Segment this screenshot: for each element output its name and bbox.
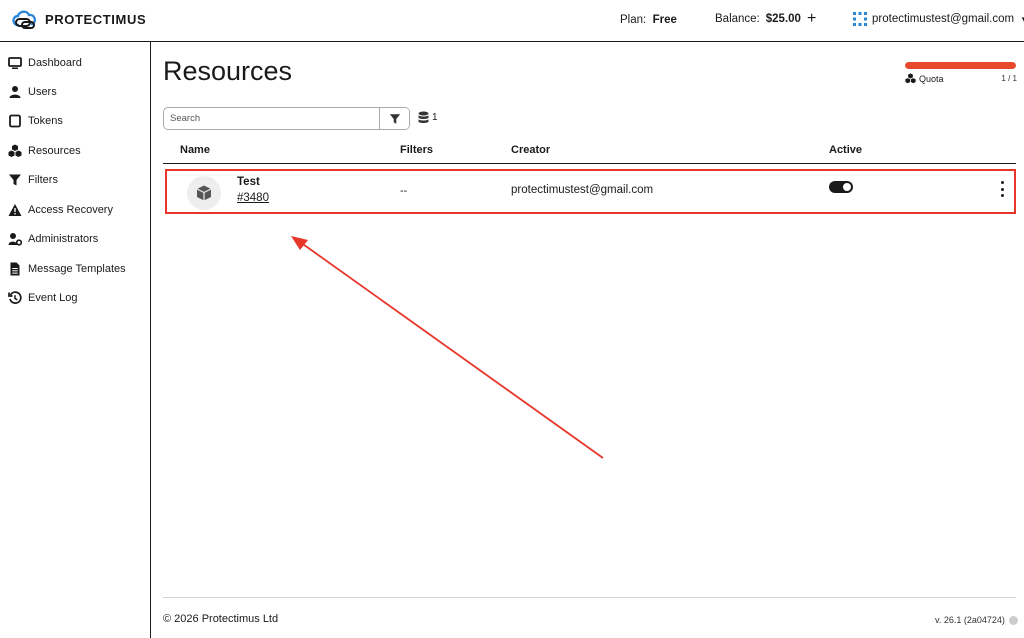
- resource-count-value: 1: [432, 112, 438, 123]
- version-info: v. 26.1 (2a04724): [935, 615, 1018, 625]
- document-icon: [10, 262, 20, 276]
- sidebar-item-administrators[interactable]: Administrators: [8, 228, 98, 250]
- column-header-active[interactable]: Active: [829, 144, 862, 156]
- more-options-icon[interactable]: [997, 181, 1007, 197]
- table-row[interactable]: Test #3480 -- protectimustest@gmail.com: [165, 169, 1016, 214]
- resource-name: Test: [237, 176, 260, 188]
- version-text: v. 26.1 (2a04724): [935, 615, 1005, 625]
- sidebar-item-label: Event Log: [28, 292, 78, 304]
- resource-id-link[interactable]: #3480: [237, 192, 269, 204]
- user-icon: [9, 86, 21, 98]
- add-balance-icon[interactable]: +: [807, 11, 816, 27]
- account-menu[interactable]: protectimustest@gmail.com ▼: [852, 11, 1024, 27]
- sidebar-item-label: Access Recovery: [28, 204, 113, 216]
- sidebar-item-users[interactable]: Users: [8, 81, 57, 103]
- table-header: Name Filters Creator Active: [163, 142, 1016, 164]
- monitor-icon: [8, 57, 22, 69]
- chevron-down-icon: ▼: [1020, 15, 1024, 24]
- plan-value: Free: [652, 14, 677, 26]
- active-toggle[interactable]: [829, 181, 853, 193]
- sidebar-item-label: Filters: [28, 174, 58, 186]
- balance-value: $25.00: [765, 13, 801, 25]
- column-header-name[interactable]: Name: [180, 144, 210, 156]
- quota-bar: [905, 62, 1016, 69]
- column-header-creator[interactable]: Creator: [511, 144, 550, 156]
- sidebar-item-label: Dashboard: [28, 57, 82, 69]
- sidebar: Dashboard Users Tokens Resources Filters…: [0, 42, 151, 638]
- sidebar-item-resources[interactable]: Resources: [8, 140, 81, 162]
- sidebar-item-label: Users: [28, 86, 57, 98]
- history-icon: [8, 291, 22, 304]
- copyright-text: © 2026 Protectimus Ltd: [163, 613, 279, 625]
- user-gear-icon: [8, 233, 22, 246]
- info-icon[interactable]: [1008, 615, 1018, 625]
- filter-icon: [389, 113, 400, 124]
- sidebar-item-access-recovery[interactable]: Access Recovery: [8, 199, 113, 221]
- sidebar-item-label: Message Templates: [28, 263, 126, 275]
- sidebar-item-filters[interactable]: Filters: [8, 169, 58, 191]
- sidebar-item-label: Administrators: [28, 233, 99, 245]
- quota-widget: Quota 1 / 1: [905, 62, 1017, 84]
- plan-label: Plan:: [620, 14, 647, 26]
- balance-label: Balance:: [715, 13, 760, 25]
- account-email: protectimustest@gmail.com: [872, 13, 1015, 25]
- cubes-icon: [905, 73, 916, 84]
- resource-avatar: [187, 176, 221, 210]
- quota-label: Quota: [919, 73, 944, 84]
- annotation-arrow: [291, 236, 604, 459]
- column-header-filters[interactable]: Filters: [400, 144, 433, 156]
- logo-text: PROTECTIMUS: [45, 11, 147, 27]
- resource-filters: --: [400, 185, 408, 197]
- quota-bar-fill: [905, 62, 1016, 69]
- warning-icon: [8, 204, 22, 216]
- sidebar-item-dashboard[interactable]: Dashboard: [8, 52, 82, 74]
- sidebar-item-message-templates[interactable]: Message Templates: [8, 258, 126, 280]
- protectimus-logo-icon: [12, 10, 37, 29]
- balance-info: Balance: $25.00 +: [715, 11, 816, 27]
- filter-icon: [9, 174, 21, 186]
- sidebar-item-event-log[interactable]: Event Log: [8, 287, 78, 309]
- plan-info: Plan: Free: [620, 14, 677, 26]
- page-title: Resources: [163, 56, 293, 86]
- footer-divider: [163, 597, 1016, 598]
- avatar-icon: [853, 12, 867, 26]
- resource-creator: protectimustest@gmail.com: [511, 184, 654, 196]
- search-input[interactable]: [164, 108, 379, 129]
- sidebar-item-tokens[interactable]: Tokens: [8, 110, 63, 132]
- cubes-icon: [8, 144, 22, 157]
- cube-icon: [196, 185, 212, 201]
- quota-count: 1 / 1: [1001, 74, 1017, 83]
- top-bar: PROTECTIMUS Plan: Free Balance: $25.00 +…: [0, 0, 1024, 42]
- database-icon: [418, 111, 429, 123]
- filter-button[interactable]: [379, 108, 409, 129]
- resource-count: 1: [418, 111, 438, 124]
- sidebar-item-label: Tokens: [28, 115, 63, 127]
- sidebar-item-label: Resources: [28, 145, 81, 157]
- search-box: [163, 107, 410, 130]
- logo[interactable]: PROTECTIMUS: [10, 8, 146, 30]
- token-icon: [9, 114, 21, 128]
